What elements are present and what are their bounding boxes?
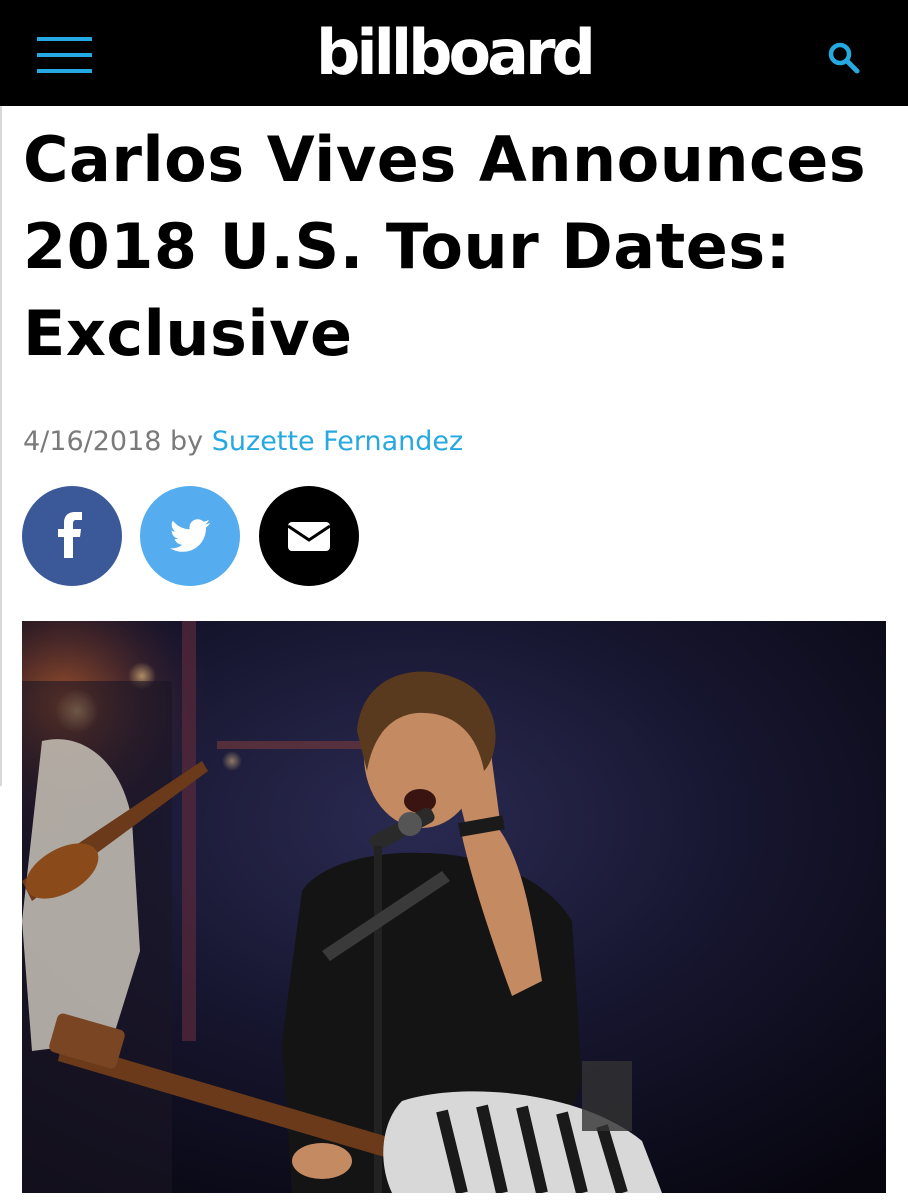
article-byline: 4/16/2018 by Suzette Fernandez (23, 422, 463, 462)
billboard-logo[interactable]: billboard (0, 18, 908, 88)
search-icon[interactable] (826, 40, 862, 76)
hero-photo (22, 621, 886, 1193)
email-icon (287, 522, 331, 551)
facebook-share-button[interactable] (22, 486, 122, 586)
twitter-icon (170, 519, 211, 552)
twitter-share-button[interactable] (140, 486, 240, 586)
site-header: billboard (0, 0, 908, 106)
byline-by: by (170, 426, 204, 457)
article-date: 4/16/2018 (23, 426, 162, 457)
author-link[interactable]: Suzette Fernandez (212, 426, 463, 457)
facebook-icon (58, 512, 82, 558)
left-edge-divider (0, 106, 2, 786)
article-headline: Carlos Vives Announces 2018 U.S. Tour Da… (23, 123, 867, 370)
email-share-button[interactable] (259, 486, 359, 586)
